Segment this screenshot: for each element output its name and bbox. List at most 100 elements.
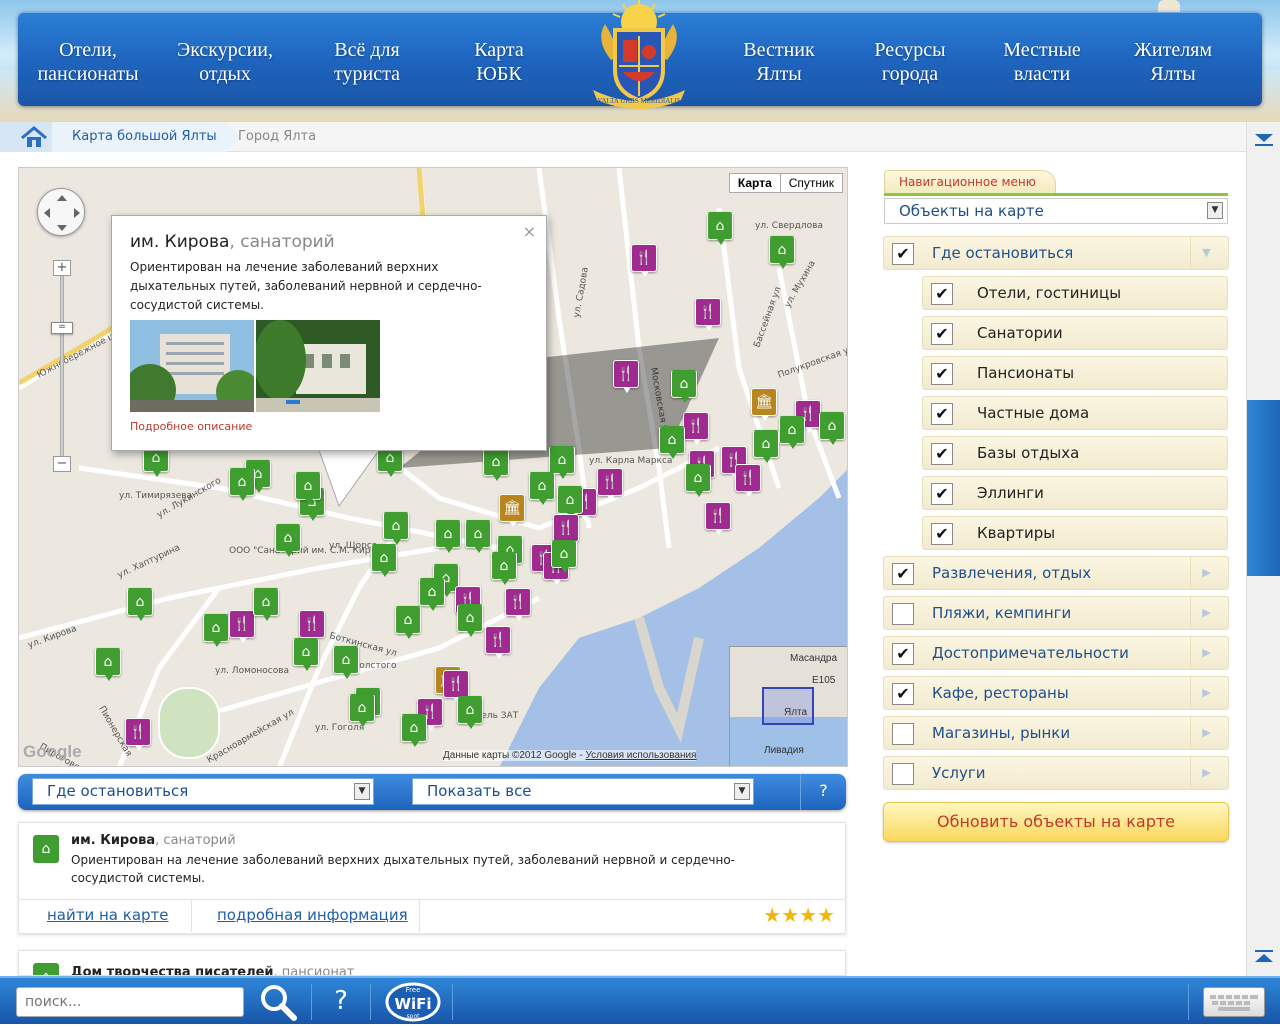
overview-map[interactable]: Ялта Ливадия E105 Масандра — [729, 646, 847, 766]
category-hotels[interactable]: ✔ Отели, гостиницы — [922, 276, 1228, 310]
map-marker-restaurant[interactable]: 🍴 — [485, 626, 511, 659]
chevron-right-icon[interactable]: ▶ — [1190, 677, 1222, 709]
checkbox[interactable]: ✔ — [892, 683, 914, 705]
map-marker-hotel[interactable]: ⌂ — [769, 236, 795, 269]
map-marker-hotel[interactable]: ⌂ — [457, 604, 483, 637]
map-marker-restaurant[interactable]: 🍴 — [631, 244, 657, 277]
map-marker-hotel[interactable]: ⌂ — [671, 370, 697, 403]
search-input[interactable] — [16, 987, 244, 1017]
map-marker-hotel[interactable]: ⌂ — [753, 430, 779, 463]
find-on-map-link[interactable]: найти на карте — [47, 906, 169, 924]
terms-link[interactable]: Условия использования — [585, 750, 696, 761]
map-marker-hotel[interactable]: ⌂ — [551, 540, 577, 573]
map-marker-hotel[interactable]: ⌂ — [275, 524, 301, 557]
category-where-to-stay[interactable]: ✔ Где остановиться ▼ — [883, 236, 1229, 270]
details-link[interactable]: подробная информация — [217, 906, 408, 924]
category-apartments[interactable]: ✔ Квартиры — [922, 516, 1228, 550]
checkbox[interactable]: ✔ — [931, 443, 953, 465]
map-marker-restaurant[interactable]: 🍴 — [125, 718, 151, 751]
map-marker-restaurant[interactable]: 🍴 — [597, 468, 623, 501]
map-marker-restaurant[interactable]: 🍴 — [229, 610, 255, 643]
sanatorium-photo-building[interactable] — [130, 320, 254, 412]
show-select[interactable]: Показать все ▼ — [412, 778, 754, 805]
map-marker-hotel[interactable]: ⌂ — [293, 638, 319, 671]
wifi-button[interactable]: Free WiFi spot — [384, 978, 442, 1026]
update-map-button[interactable]: Обновить объекты на карте — [883, 802, 1229, 842]
sanatorium-photo-garden[interactable] — [256, 320, 380, 412]
map-marker-hotel[interactable]: ⌂ — [685, 464, 711, 497]
checkbox[interactable]: ✔ — [931, 323, 953, 345]
checkbox[interactable]: ✔ — [892, 643, 914, 665]
map-marker-hotel[interactable]: ⌂ — [779, 416, 805, 449]
map-marker-restaurant[interactable]: 🍴 — [613, 360, 639, 393]
map-marker-hotel[interactable]: ⌂ — [127, 588, 153, 621]
zoom-out-button[interactable]: − — [53, 456, 71, 472]
map-type-satellite[interactable]: Спутник — [781, 174, 842, 192]
chevron-right-icon[interactable]: ▶ — [1190, 717, 1222, 749]
checkbox[interactable]: ✔ — [931, 483, 953, 505]
checkbox[interactable]: ✔ — [931, 363, 953, 385]
map-marker-hotel[interactable]: ⌂ — [529, 472, 555, 505]
map-marker-restaurant[interactable]: 🍴 — [553, 514, 579, 547]
map-marker-hotel[interactable]: ⌂ — [457, 696, 483, 729]
checkbox[interactable] — [892, 603, 914, 625]
category-shops[interactable]: Магазины, рынки ▶ — [883, 716, 1229, 750]
zoom-in-button[interactable]: + — [53, 260, 71, 276]
chevron-down-icon[interactable]: ▼ — [1190, 237, 1222, 269]
checkbox[interactable]: ✔ — [931, 403, 953, 425]
checkbox[interactable]: ✔ — [892, 243, 914, 265]
navigation-menu-tab[interactable]: Навигационное меню — [884, 170, 1056, 194]
category-boathouses[interactable]: ✔ Эллинги — [922, 476, 1228, 510]
map-marker-sight[interactable]: 🏛 — [499, 494, 525, 527]
category-cafes[interactable]: ✔ Кафе, рестораны ▶ — [883, 676, 1229, 710]
map-marker-hotel[interactable]: ⌂ — [333, 646, 359, 679]
zoom-slider[interactable] — [60, 266, 64, 466]
map-marker-restaurant[interactable]: 🍴 — [505, 588, 531, 621]
checkbox[interactable]: ✔ — [931, 523, 953, 545]
scroll-up-icon[interactable] — [1253, 128, 1275, 148]
nav-tourist[interactable]: Всё для туриста — [297, 38, 437, 86]
category-select[interactable]: Где остановиться ▼ — [32, 778, 374, 805]
pan-control[interactable] — [37, 188, 85, 236]
search-button[interactable] — [254, 978, 302, 1026]
category-sanatoriums[interactable]: ✔ Санатории — [922, 316, 1228, 350]
map-marker-hotel[interactable]: ⌂ — [371, 544, 397, 577]
map-marker-hotel[interactable]: ⌂ — [659, 426, 685, 459]
category-beaches[interactable]: Пляжи, кемпинги ▶ — [883, 596, 1229, 630]
page-scrollbar[interactable] — [1246, 122, 1280, 976]
chevron-right-icon[interactable]: ▶ — [1190, 597, 1222, 629]
map-marker-hotel[interactable]: ⌂ — [549, 446, 575, 479]
overview-viewport[interactable] — [762, 687, 814, 725]
map-marker-restaurant[interactable]: 🍴 — [683, 412, 709, 445]
chevron-right-icon[interactable]: ▶ — [1190, 637, 1222, 669]
checkbox[interactable]: ✔ — [892, 563, 914, 585]
category-private-houses[interactable]: ✔ Частные дома — [922, 396, 1228, 430]
chevron-right-icon[interactable]: ▶ — [1190, 557, 1222, 589]
map-type-map[interactable]: Карта — [730, 174, 781, 192]
scroll-down-icon[interactable] — [1253, 948, 1275, 968]
popup-details-link[interactable]: Подробное описание — [130, 420, 252, 433]
category-services[interactable]: Услуги ▶ — [883, 756, 1229, 790]
checkbox[interactable] — [892, 723, 914, 745]
map-marker-hotel[interactable]: ⌂ — [229, 468, 255, 501]
keyboard-button[interactable] — [1203, 987, 1265, 1017]
nav-hotels[interactable]: Отели, пансионаты — [18, 38, 158, 86]
map-marker-restaurant[interactable]: 🍴 — [735, 464, 761, 497]
nav-residents[interactable]: Жителям Ялты — [1103, 38, 1243, 86]
map-marker-hotel[interactable]: ⌂ — [95, 648, 121, 681]
scrollbar-thumb[interactable] — [1247, 400, 1280, 576]
map-marker-hotel[interactable]: ⌂ — [819, 412, 845, 445]
nav-herald[interactable]: Вестник Ялты — [709, 38, 849, 86]
checkbox[interactable] — [892, 763, 914, 785]
map-marker-hotel[interactable]: ⌂ — [203, 614, 229, 647]
map-marker-restaurant[interactable]: 🍴 — [695, 298, 721, 331]
breadcrumb-big-yalta[interactable]: Карта большой Ялты — [52, 122, 240, 152]
home-button[interactable] — [0, 122, 66, 152]
zoom-slider-handle[interactable]: = — [51, 322, 73, 334]
map-marker-restaurant[interactable]: 🍴 — [705, 502, 731, 535]
map-marker-hotel[interactable]: ⌂ — [483, 448, 509, 481]
checkbox[interactable]: ✔ — [931, 283, 953, 305]
map-marker-sight[interactable]: 🏛 — [751, 388, 777, 421]
chevron-right-icon[interactable]: ▶ — [1190, 757, 1222, 789]
map-marker-restaurant[interactable]: 🍴 — [443, 670, 469, 703]
